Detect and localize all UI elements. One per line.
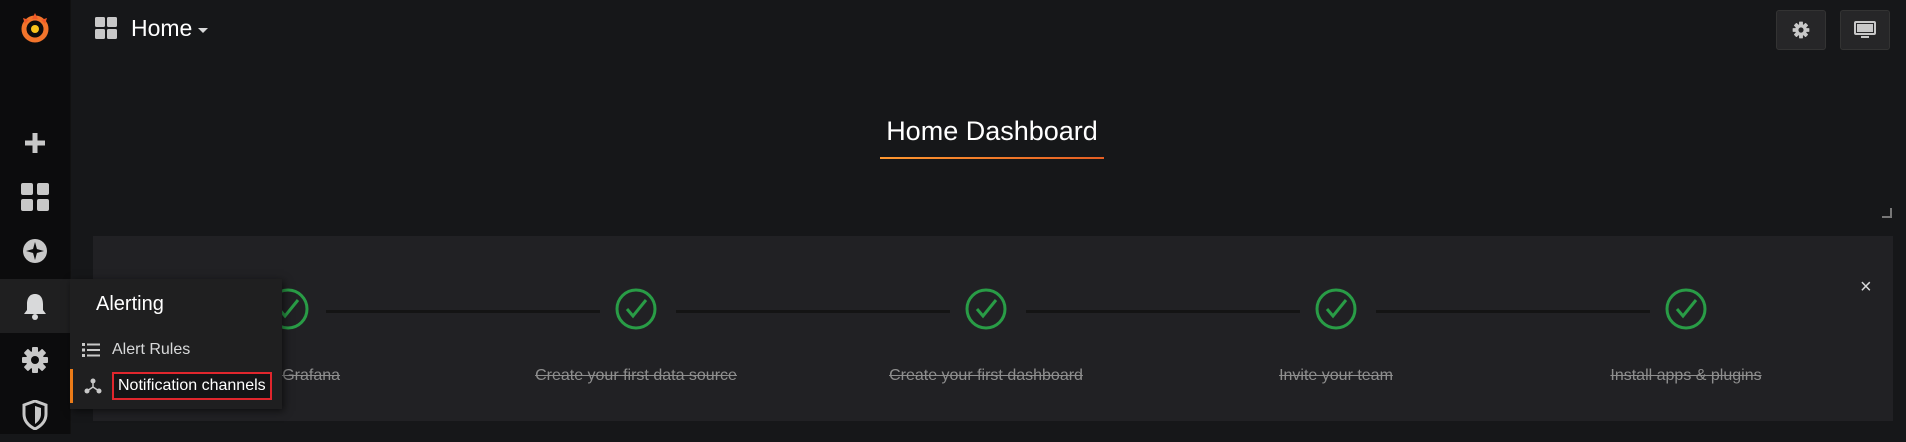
plus-icon [25, 133, 45, 153]
dashboard-settings-button[interactable] [1776, 10, 1826, 50]
configuration-button[interactable] [0, 333, 70, 387]
panel-resize-handle[interactable] [1882, 208, 1892, 218]
shield-icon [22, 400, 48, 430]
view-mode-button[interactable] [1840, 10, 1890, 50]
alerting-button[interactable] [0, 279, 70, 333]
list-icon [82, 343, 100, 357]
step-label[interactable]: Invite your team [1206, 367, 1466, 385]
side-menu [0, 0, 71, 434]
title-underline [880, 157, 1104, 159]
alerting-flyout-menu: Alerting Alert Rules Notification channe… [70, 279, 282, 409]
gear-icon [22, 347, 48, 373]
close-icon[interactable]: × [1860, 276, 1872, 299]
check-circle-icon [615, 288, 657, 330]
step-label[interactable]: Create your first data source [506, 367, 766, 385]
step-connector [1026, 310, 1300, 313]
dashboards-button[interactable] [0, 170, 70, 224]
share-nodes-icon [84, 378, 101, 394]
gear-icon [1792, 21, 1810, 39]
menu-item-notification-channels[interactable]: Notification channels [70, 369, 285, 403]
menu-item-label: Notification channels [112, 372, 272, 400]
menu-item-alert-rules[interactable]: Alert Rules [70, 333, 282, 367]
compass-icon [23, 239, 47, 263]
check-circle-icon [965, 288, 1007, 330]
step-connector [326, 310, 600, 313]
grid-icon [95, 17, 117, 39]
step-connector [676, 310, 950, 313]
flyout-title: Alerting [96, 293, 164, 315]
create-button[interactable] [0, 116, 70, 170]
dashboard-picker[interactable]: Home [95, 12, 209, 44]
home-dashboard-title: Home Dashboard [886, 116, 1098, 146]
check-circle-icon [1665, 288, 1707, 330]
grafana-logo-icon[interactable] [0, 0, 70, 56]
monitor-icon [1854, 21, 1876, 38]
explore-button[interactable] [0, 224, 70, 278]
menu-item-label: Alert Rules [112, 341, 191, 358]
dashboards-icon [21, 183, 49, 211]
step-label[interactable]: Install apps & plugins [1556, 367, 1816, 385]
bell-icon [24, 294, 46, 320]
step-connector [1376, 310, 1650, 313]
step-label[interactable]: Create your first dashboard [856, 367, 1116, 385]
dashboard-title: Home [131, 14, 193, 41]
check-circle-icon [1315, 288, 1357, 330]
caret-down-icon [198, 27, 209, 33]
